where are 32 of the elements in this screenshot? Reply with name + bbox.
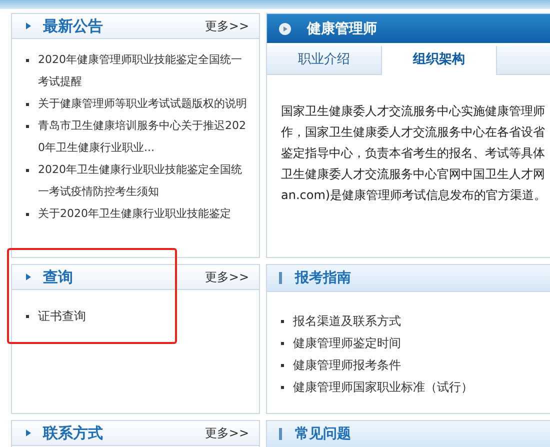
more-link[interactable]: 更多>> (204, 268, 249, 286)
panel-title: 联系方式 (43, 424, 103, 442)
triangle-icon (26, 429, 31, 437)
panel-title: 最新公告 (43, 16, 103, 36)
notice-link[interactable]: 关于健康管理师等职业考试试题版权的说明 (38, 93, 247, 115)
notice-link[interactable]: 青岛市卫生健康培训服务中心关于推迟2020年卫生健康行业职业... (38, 115, 249, 159)
panel-title: 健康管理师 (307, 20, 377, 38)
query-link[interactable]: 证书查询 (38, 305, 86, 327)
tab[interactable]: 职业介绍 (267, 46, 382, 74)
triangle-icon (26, 22, 31, 30)
more-link[interactable]: 更多>> (204, 18, 249, 34)
play-icon (279, 22, 291, 34)
guide-link[interactable]: 健康管理师报考条件 (293, 354, 401, 376)
text-line: 国家卫生健康委人才交流服务中心实施健康管理师 (281, 103, 546, 120)
notice-link[interactable]: 2020年卫生健康行业职业技能鉴定全国统一考试疫情防控考生须知 (38, 159, 249, 203)
panel-title: 常见问题 (295, 425, 351, 443)
tab[interactable]: 组织架构 (382, 46, 497, 75)
guide-link[interactable]: 健康管理师国家职业标准（试行） (293, 376, 473, 398)
guide-link[interactable]: 报名渠道及联系方式 (293, 310, 401, 332)
notice-link[interactable]: 关于2020年卫生健康行业职业技能鉴定 (38, 203, 231, 225)
bar-icon (279, 272, 282, 284)
text-line: an.com)是健康管理师考试信息发布的官方渠道。 (281, 187, 548, 204)
panel-title: 报考指南 (295, 269, 351, 287)
bar-icon (279, 428, 282, 440)
panel-title: 查询 (43, 268, 73, 286)
text-line: 作，国家卫生健康委人才交流服务中心在各省设省 (281, 124, 546, 141)
notice-link[interactable]: 2020年健康管理师职业技能鉴定全国统一考试提醒 (38, 49, 249, 93)
text-line: 卫生健康委人才交流服务中心官网中国卫生人才网 (281, 166, 546, 183)
guide-link[interactable]: 健康管理师鉴定时间 (293, 332, 401, 354)
more-link[interactable]: 更多>> (204, 424, 249, 442)
triangle-icon (26, 273, 31, 281)
text-line: 鉴定指导中心，负责本省考生的报名、考试等具体 (281, 145, 546, 162)
